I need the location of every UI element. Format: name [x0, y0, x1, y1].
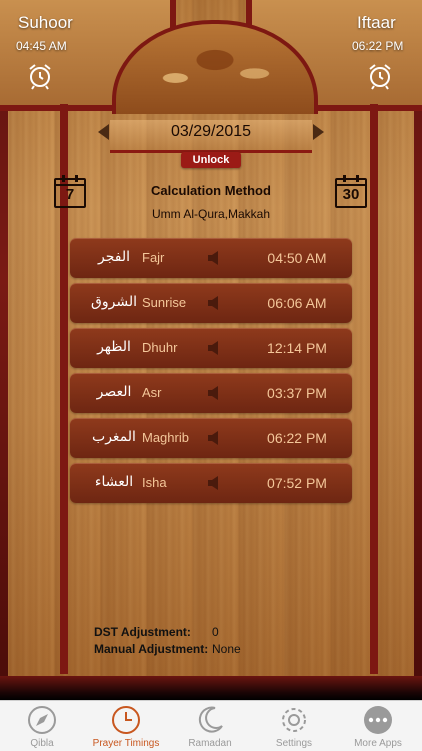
previous-date-arrow-icon[interactable] — [98, 124, 109, 140]
speaker-icon[interactable] — [206, 339, 224, 357]
prayer-time: 04:50 AM — [267, 250, 327, 266]
prayer-row-sunrise[interactable]: الشروق Sunrise 06:06 AM — [70, 283, 352, 323]
calculation-method-value[interactable]: Umm Al-Qura,Makkah — [100, 207, 322, 221]
suhoor-label: Suhoor — [18, 13, 73, 32]
prayer-arabic-name: المغرب — [92, 429, 136, 445]
prayer-time: 06:06 AM — [267, 295, 327, 311]
iftaar-time: 06:22 PM — [352, 39, 404, 53]
calendar-right-day: 30 — [342, 186, 360, 203]
speaker-icon[interactable] — [206, 474, 224, 492]
tab-bar: Qibla Prayer Timings Ramadan Settings Mo… — [0, 700, 422, 751]
iftaar-alarm-icon[interactable] — [366, 62, 394, 90]
prayer-row-isha[interactable]: العشاء Isha 07:52 PM — [70, 463, 352, 503]
prayer-name: Maghrib — [142, 430, 189, 445]
tab-label: Prayer Timings — [92, 738, 160, 749]
tab-label: Qibla — [30, 738, 54, 749]
dst-adjustment-label: DST Adjustment: — [94, 625, 191, 639]
bottom-strip — [0, 676, 422, 700]
suhoor-time: 04:45 AM — [16, 39, 67, 53]
tab-prayer-timings[interactable]: Prayer Timings — [84, 701, 168, 751]
calendar-next-month-icon[interactable]: 30 — [335, 175, 367, 208]
prayer-time: 07:52 PM — [267, 475, 327, 491]
compass-icon — [28, 706, 56, 734]
dst-adjustment-row: DST Adjustment: 0 — [94, 625, 219, 639]
more-dots-icon — [364, 706, 392, 734]
calendar-left-day: 7 — [65, 186, 75, 203]
manual-adjustment-value: None — [212, 642, 241, 656]
prayer-time: 03:37 PM — [267, 385, 327, 401]
unlock-button[interactable]: Unlock — [181, 152, 241, 168]
prayer-arabic-name: العصر — [96, 384, 132, 400]
speaker-icon[interactable] — [206, 384, 224, 402]
prayer-time: 12:14 PM — [267, 340, 327, 356]
current-date: 03/29/2015 — [170, 123, 252, 140]
suhoor-alarm-icon[interactable] — [26, 62, 54, 90]
prayer-name: Asr — [142, 385, 162, 400]
tab-qibla[interactable]: Qibla — [0, 701, 84, 751]
prayer-row-maghrib[interactable]: المغرب Maghrib 06:22 PM — [70, 418, 352, 458]
calculation-method-title: Calculation Method — [151, 183, 271, 198]
prayer-arabic-name: العشاء — [94, 474, 134, 490]
tab-label: More Apps — [354, 738, 402, 749]
manual-adjustment-label: Manual Adjustment: — [94, 642, 209, 656]
next-date-arrow-icon[interactable] — [313, 124, 324, 140]
tab-label: Ramadan — [188, 738, 232, 749]
speaker-icon[interactable] — [206, 249, 224, 267]
prayer-row-fajr[interactable]: الفجر Fajr 04:50 AM — [70, 238, 352, 278]
crescent-moon-icon — [198, 706, 223, 733]
tab-label: Settings — [275, 738, 313, 749]
iftaar-label: Iftaar — [357, 13, 396, 32]
prayer-name: Sunrise — [142, 295, 187, 310]
prayer-name: Fajr — [142, 250, 165, 265]
prayer-arabic-name: الشروق — [91, 294, 137, 310]
prayer-name: Dhuhr — [142, 340, 178, 355]
calendar-prev-week-icon[interactable]: 7 — [54, 175, 86, 208]
speaker-icon[interactable] — [206, 294, 224, 312]
tab-settings[interactable]: Settings — [252, 701, 336, 751]
prayer-list: الفجر Fajr 04:50 AM الشروق Sunrise 06:06… — [70, 238, 352, 508]
prayer-time: 06:22 PM — [267, 430, 327, 446]
gear-icon — [282, 708, 306, 732]
prayer-name: Isha — [142, 475, 167, 490]
manual-adjustment-row: Manual Adjustment: None — [94, 642, 241, 656]
clock-icon — [112, 706, 140, 734]
prayer-arabic-name: الظهر — [97, 339, 131, 355]
speaker-icon[interactable] — [206, 429, 224, 447]
prayer-row-asr[interactable]: العصر Asr 03:37 PM — [70, 373, 352, 413]
tab-more-apps[interactable]: More Apps — [336, 701, 420, 751]
prayer-arabic-name: الفجر — [98, 249, 130, 265]
prayer-row-dhuhr[interactable]: الظهر Dhuhr 12:14 PM — [70, 328, 352, 368]
tab-ramadan[interactable]: Ramadan — [168, 701, 252, 751]
dst-adjustment-value: 0 — [212, 625, 219, 639]
